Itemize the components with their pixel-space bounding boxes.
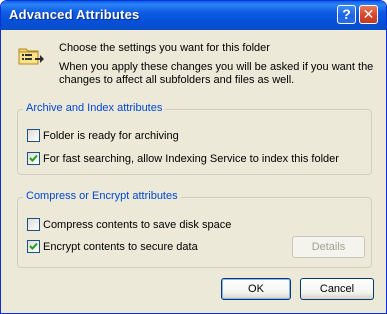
encrypt-checkbox[interactable]	[27, 240, 40, 253]
window-title: Advanced Attributes	[9, 7, 140, 22]
folder-settings-icon	[18, 48, 44, 65]
archive-index-legend: Archive and Index attributes	[23, 102, 166, 114]
compress-checkbox[interactable]	[27, 218, 40, 231]
title-bar[interactable]: Advanced Attributes ? ✕	[1, 1, 386, 30]
indexing-checkbox-row[interactable]: For fast searching, allow Indexing Servi…	[27, 151, 339, 166]
ok-button[interactable]: OK	[221, 278, 291, 300]
archive-ready-checkbox[interactable]	[27, 129, 40, 142]
intro-description: When you apply these changes you will be…	[59, 61, 374, 86]
checkmark-icon	[29, 154, 38, 162]
details-button[interactable]: Details	[292, 236, 365, 258]
advanced-attributes-dialog: Advanced Attributes ? ✕ Choose the setti…	[0, 0, 387, 314]
cancel-button[interactable]: Cancel	[300, 278, 374, 300]
indexing-checkbox[interactable]	[27, 152, 40, 165]
dialog-body: Choose the settings you want for this fo…	[1, 30, 386, 313]
encrypt-label: Encrypt contents to secure data	[43, 240, 198, 253]
encrypt-checkbox-row[interactable]: Encrypt contents to secure data	[27, 239, 198, 254]
help-button[interactable]: ?	[337, 5, 356, 24]
archive-index-group: Archive and Index attributes Folder is r…	[17, 102, 372, 175]
indexing-label: For fast searching, allow Indexing Servi…	[43, 152, 339, 165]
close-button[interactable]: ✕	[359, 5, 378, 24]
intro-heading: Choose the settings you want for this fo…	[59, 42, 270, 54]
archive-ready-label: Folder is ready for archiving	[43, 129, 179, 142]
compress-label: Compress contents to save disk space	[43, 218, 232, 231]
archive-ready-checkbox-row[interactable]: Folder is ready for archiving	[27, 128, 179, 143]
compress-checkbox-row[interactable]: Compress contents to save disk space	[27, 217, 231, 232]
compress-encrypt-legend: Compress or Encrypt attributes	[23, 190, 181, 202]
checkmark-icon	[29, 242, 38, 250]
